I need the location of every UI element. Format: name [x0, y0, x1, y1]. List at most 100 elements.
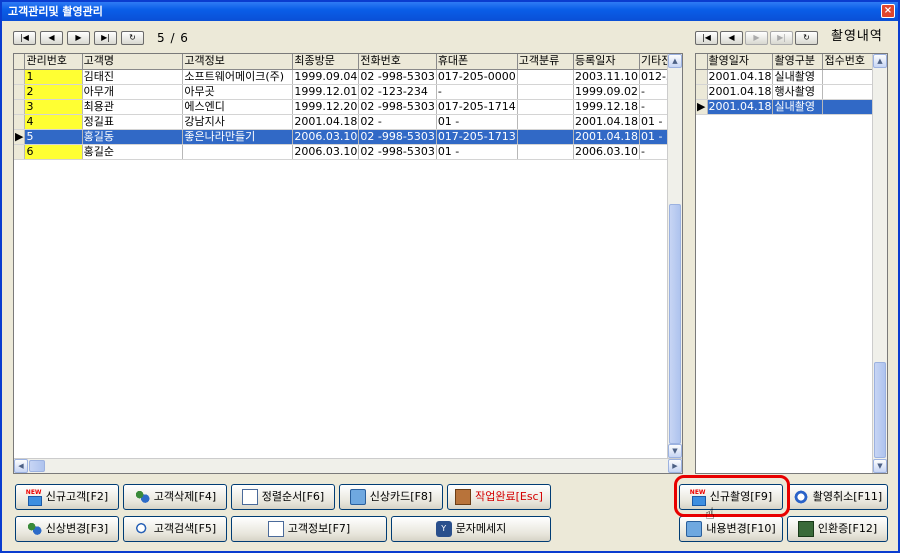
change-content-button[interactable]: 내용변경[F10] [679, 516, 783, 542]
table-cell[interactable]: 2006.03.10 [292, 144, 360, 160]
table-cell[interactable]: 소프트웨어메이크(주) [182, 69, 294, 85]
shoot-vscroll[interactable]: ▲ ▼ [872, 54, 887, 473]
shoot-next-button[interactable]: ▶ [745, 31, 768, 45]
scroll-down-icon[interactable]: ▼ [873, 459, 887, 473]
delete-customer-button[interactable]: 고객삭제[F4] [123, 484, 227, 510]
table-row[interactable]: 3 최용관 에스엔디 1999.12.20 02 -998-5303 017-205-17… [14, 99, 682, 115]
shoot-last-button[interactable]: ▶| [770, 31, 793, 45]
table-cell[interactable]: 1999.09.02 [573, 84, 640, 100]
last-record-button[interactable]: ▶| [94, 31, 117, 45]
customer-hscroll[interactable]: ◀ ▶ [14, 458, 682, 473]
table-cell[interactable]: 4 [24, 114, 83, 130]
table-cell[interactable] [517, 99, 575, 115]
portrait-card-button[interactable]: 신상카드[F8] [339, 484, 443, 510]
table-cell[interactable]: 3 [24, 99, 83, 115]
header-col[interactable]: 전화번호 [358, 54, 437, 70]
table-cell[interactable]: 02 -998-5303 [358, 99, 437, 115]
table-cell[interactable]: 02 - [358, 114, 437, 130]
table-row[interactable]: 2001.04.18행사촬영8 [696, 84, 881, 100]
table-cell[interactable]: 02 -998-5303 [358, 129, 437, 145]
table-row[interactable]: 6 홍길순 2006.03.10 02 -998-5303 01 -2006.03.10… [14, 144, 682, 160]
scroll-up-icon[interactable]: ▲ [668, 54, 682, 68]
table-cell[interactable]: 2001.04.18 [707, 84, 774, 100]
table-row[interactable]: ▶ 5 홍길동 좋은나라만들기 2006.03.10 02 -998-5303 017-20… [14, 129, 682, 145]
table-cell[interactable]: 아무곳 [182, 84, 294, 100]
header-col[interactable]: 고객분류 [517, 54, 575, 70]
scroll-up-icon[interactable]: ▲ [873, 54, 887, 68]
table-cell[interactable]: 1999.09.04 [292, 69, 360, 85]
table-cell[interactable]: 홍길순 [82, 144, 184, 160]
table-cell[interactable] [517, 129, 575, 145]
table-cell[interactable]: 02 -123-234 [358, 84, 437, 100]
table-cell[interactable]: 실내촬영 [772, 69, 824, 85]
shoot-first-button[interactable]: |◀ [695, 31, 718, 45]
header-col[interactable]: 고객정보 [182, 54, 294, 70]
scroll-down-icon[interactable]: ▼ [668, 444, 682, 458]
customer-vscroll[interactable]: ▲ ▼ [667, 54, 682, 458]
table-row[interactable]: 1 김태진 소프트웨어메이크(주) 1999.09.04 02 -998-5303 017… [14, 69, 682, 85]
new-customer-button[interactable]: NEW 신규고객[F2] [15, 484, 119, 510]
table-cell[interactable]: 1 [24, 69, 83, 85]
table-cell[interactable]: 정길표 [82, 114, 184, 130]
table-cell[interactable]: 2006.03.10 [573, 144, 640, 160]
refresh-button[interactable]: ↻ [121, 31, 144, 45]
print-cert-button[interactable]: 인환증[F12] [787, 516, 888, 542]
table-cell[interactable]: 2006.03.10 [292, 129, 360, 145]
first-record-button[interactable]: |◀ [13, 31, 36, 45]
table-cell[interactable] [517, 144, 575, 160]
table-cell[interactable]: 01 - [436, 114, 518, 130]
table-cell[interactable]: 02 -998-5303 [358, 144, 437, 160]
close-button[interactable]: × [881, 4, 895, 18]
scroll-left-icon[interactable]: ◀ [14, 459, 28, 473]
table-cell[interactable]: 1999.12.01 [292, 84, 360, 100]
scroll-right-icon[interactable]: ▶ [668, 459, 682, 473]
customer-info-button[interactable]: 고객정보[F7] [231, 516, 387, 542]
table-cell[interactable]: 김태진 [82, 69, 184, 85]
header-col[interactable]: 휴대폰 [436, 54, 518, 70]
table-cell[interactable]: 1999.12.20 [292, 99, 360, 115]
prev-record-button[interactable]: ◀ [40, 31, 63, 45]
table-cell[interactable]: - [436, 84, 518, 100]
table-cell[interactable]: 017-205-0000 [436, 69, 518, 85]
table-cell[interactable]: 2003.11.10 [573, 69, 640, 85]
table-cell[interactable]: 2 [24, 84, 83, 100]
sms-button[interactable]: Y 문자메세지 [391, 516, 551, 542]
hscroll-thumb[interactable] [29, 460, 45, 472]
scroll-thumb[interactable] [874, 362, 886, 458]
table-row[interactable]: ▶2001.04.18실내촬영9 [696, 99, 881, 115]
header-col[interactable]: 고객명 [82, 54, 184, 70]
table-cell[interactable]: 2001.04.18 [573, 114, 640, 130]
table-cell[interactable]: 아무개 [82, 84, 184, 100]
table-cell[interactable]: 01 - [436, 144, 518, 160]
search-customer-button[interactable]: 고객검색[F5] [123, 516, 227, 542]
header-col[interactable]: 관리번호 [24, 54, 83, 70]
table-cell[interactable] [517, 84, 575, 100]
table-cell[interactable]: 017-205-1714 [436, 99, 518, 115]
table-row[interactable]: 2001.04.18실내촬영7 [696, 69, 881, 85]
header-col[interactable]: 최종방문 [292, 54, 360, 70]
sort-order-button[interactable]: 정렬순서[F6] [231, 484, 335, 510]
table-row[interactable]: 2 아무개 아무곳 1999.12.01 02 -123-234 - 1999.09.02… [14, 84, 682, 100]
table-cell[interactable]: 2001.04.18 [292, 114, 360, 130]
header-col[interactable]: 촬영구분 [772, 54, 824, 70]
table-cell[interactable]: 실내촬영 [772, 99, 824, 115]
table-cell[interactable]: 좋은나라만들기 [182, 129, 294, 145]
table-cell[interactable] [517, 69, 575, 85]
table-cell[interactable]: 에스엔디 [182, 99, 294, 115]
table-cell[interactable] [517, 114, 575, 130]
table-cell[interactable]: 2001.04.18 [573, 129, 640, 145]
table-cell[interactable]: 강남지사 [182, 114, 294, 130]
table-cell[interactable]: 최용관 [82, 99, 184, 115]
table-cell[interactable]: 017-205-1713 [436, 129, 518, 145]
cancel-shoot-button[interactable]: 촬영취소[F11] [787, 484, 888, 510]
table-cell[interactable]: 02 -998-5303 [358, 69, 437, 85]
shoot-refresh-button[interactable]: ↻ [795, 31, 818, 45]
header-col[interactable]: 촬영일자 [707, 54, 774, 70]
table-cell[interactable]: 홍길동 [82, 129, 184, 145]
scroll-thumb[interactable] [669, 204, 681, 444]
shoot-grid[interactable]: 촬영일자 촬영구분 접수번호 2001.04.18실내촬영72001.04.18… [695, 53, 888, 474]
table-cell[interactable] [182, 144, 294, 160]
table-cell[interactable]: 5 [24, 129, 83, 145]
header-col[interactable]: 등록일자 [573, 54, 640, 70]
next-record-button[interactable]: ▶ [67, 31, 90, 45]
